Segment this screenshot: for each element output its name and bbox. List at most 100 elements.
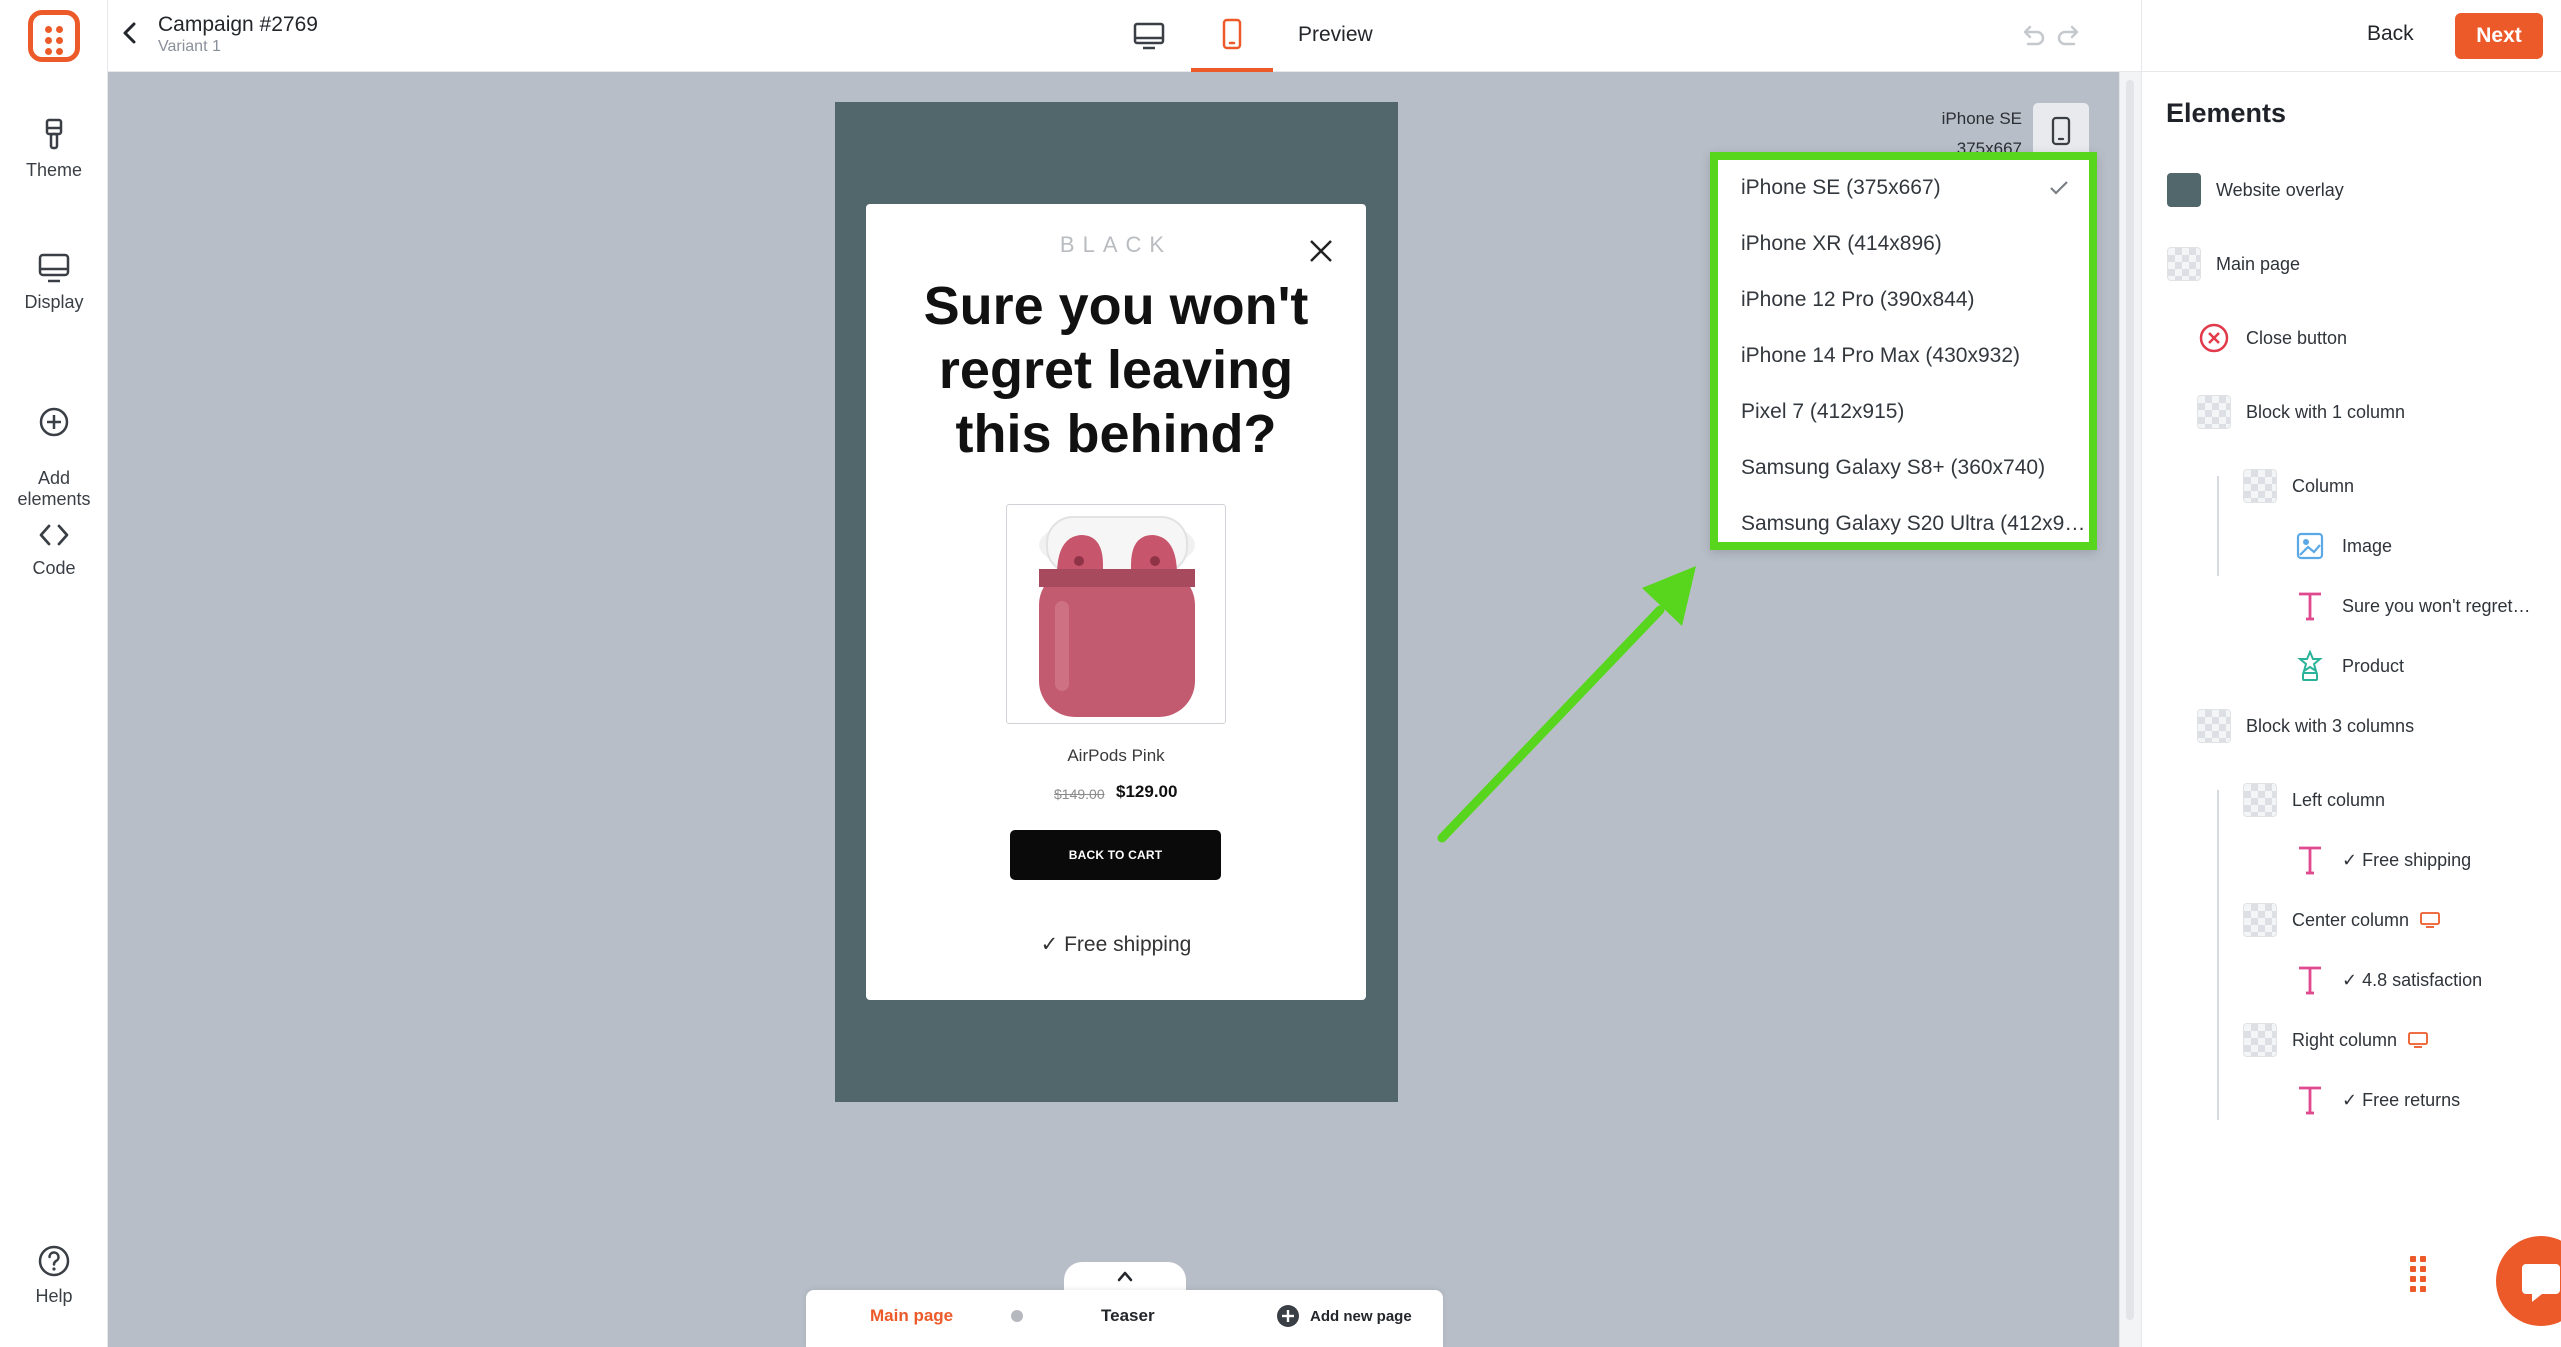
checker-icon bbox=[2242, 468, 2278, 504]
element-label: Product bbox=[2342, 655, 2405, 676]
campaign-title: Campaign #2769 bbox=[158, 13, 318, 36]
element-label: Image bbox=[2342, 535, 2393, 556]
undo-icon[interactable] bbox=[2018, 22, 2046, 50]
elements-panel-title: Elements bbox=[2166, 98, 2287, 128]
element-close-button[interactable]: Close button bbox=[2196, 318, 2347, 358]
back-to-cart-button[interactable]: BACK TO CART bbox=[1010, 830, 1221, 880]
text-icon bbox=[2292, 962, 2328, 998]
scrollbar-thumb[interactable] bbox=[2126, 80, 2134, 1320]
sidebar-item-help[interactable]: Help bbox=[0, 1244, 108, 1307]
free-shipping-text[interactable]: ✓ Free shipping bbox=[866, 932, 1366, 957]
element-label: ✓ Free returns bbox=[2342, 1089, 2461, 1110]
device-option-label: Samsung Galaxy S8+ (360x740) bbox=[1741, 456, 2046, 479]
device-option-iphone-12-pro[interactable]: iPhone 12 Pro (390x844) bbox=[1718, 272, 2089, 328]
desktop-view-button[interactable] bbox=[1108, 0, 1190, 72]
element-website-overlay[interactable]: Website overlay bbox=[2166, 170, 2344, 210]
drag-handle-icon[interactable] bbox=[2410, 1256, 2426, 1292]
header-actions: Back Next bbox=[2141, 0, 2561, 72]
sidebar-item-code[interactable]: Code bbox=[0, 520, 108, 579]
element-image[interactable]: Image bbox=[2292, 526, 2392, 566]
element-label: Left column bbox=[2292, 789, 2386, 810]
price-old: $149.00 bbox=[1054, 786, 1105, 802]
price-new: $129.00 bbox=[1116, 782, 1178, 801]
desktop-only-icon bbox=[2420, 912, 2440, 928]
back-button[interactable]: Back bbox=[2367, 22, 2414, 46]
checker-icon bbox=[2166, 246, 2202, 282]
device-option-galaxy-s8-plus[interactable]: Samsung Galaxy S8+ (360x740) bbox=[1718, 440, 2089, 496]
element-center-column[interactable]: Center column bbox=[2242, 900, 2441, 940]
popup-headline[interactable]: Sure you won't regret leaving this behin… bbox=[896, 274, 1336, 466]
close-circle-icon bbox=[2196, 320, 2232, 356]
element-left-column[interactable]: Left column bbox=[2242, 780, 2385, 820]
code-icon bbox=[39, 524, 69, 546]
device-select-button[interactable] bbox=[2033, 103, 2089, 159]
sidebar-item-display[interactable]: Display bbox=[0, 252, 108, 313]
mobile-icon bbox=[1222, 18, 1242, 50]
element-main-page[interactable]: Main page bbox=[2166, 244, 2300, 284]
element-label: Right column bbox=[2292, 1029, 2398, 1050]
device-option-label: Pixel 7 (412x915) bbox=[1741, 400, 1905, 423]
tab-main-page[interactable]: Main page bbox=[870, 1306, 953, 1326]
variant-label: Variant 1 bbox=[158, 38, 221, 55]
sidebar-item-label: Add elements bbox=[17, 468, 91, 509]
element-headline-text[interactable]: Sure you won't regret… bbox=[2292, 586, 2531, 626]
sidebar-item-add-elements[interactable]: Add elements bbox=[0, 384, 108, 510]
element-label: Block with 1 column bbox=[2246, 401, 2406, 422]
device-option-label: iPhone XR (414x896) bbox=[1741, 232, 1942, 255]
element-label: Block with 3 columns bbox=[2246, 715, 2415, 736]
element-label: Column bbox=[2292, 475, 2355, 496]
chevron-left-icon[interactable] bbox=[120, 18, 140, 48]
help-icon bbox=[38, 1245, 70, 1277]
add-new-page-label: Add new page bbox=[1310, 1307, 1412, 1325]
device-option-label: iPhone 14 Pro Max (430x932) bbox=[1741, 344, 2020, 367]
sidebar-item-theme[interactable]: Theme bbox=[0, 118, 108, 181]
text-icon bbox=[2292, 842, 2328, 878]
canvas-scrollbar[interactable] bbox=[2119, 72, 2141, 1347]
element-label: ✓ 4.8 satisfaction bbox=[2342, 969, 2483, 990]
close-icon[interactable] bbox=[1306, 236, 1336, 266]
airpods-case-image bbox=[1039, 516, 1195, 717]
app-logo[interactable] bbox=[28, 10, 80, 62]
tree-connector bbox=[2217, 476, 2219, 576]
mobile-view-button[interactable] bbox=[1191, 0, 1273, 72]
left-sidebar: Theme Display Add elements Code Help bbox=[0, 0, 108, 1347]
element-label: Main page bbox=[2216, 253, 2301, 274]
top-header: Campaign #2769 Variant 1 Preview bbox=[108, 0, 2141, 72]
redo-icon[interactable] bbox=[2056, 22, 2084, 50]
text-icon bbox=[2292, 588, 2328, 624]
tab-teaser[interactable]: Teaser bbox=[1101, 1306, 1155, 1326]
elements-panel: Elements Website overlay Main page Close… bbox=[2141, 72, 2561, 1347]
plus-circle-icon bbox=[1277, 1305, 1299, 1327]
element-free-shipping-text[interactable]: ✓ Free shipping bbox=[2292, 840, 2471, 880]
element-block-3-columns[interactable]: Block with 3 columns bbox=[2196, 706, 2414, 746]
add-new-page-button[interactable]: Add new page bbox=[1276, 1304, 1412, 1328]
element-label: Center column bbox=[2292, 909, 2410, 930]
chevron-up-icon bbox=[1117, 1271, 1133, 1282]
device-option-label: Samsung Galaxy S20 Ultra (412x9… bbox=[1741, 512, 2086, 535]
device-option-iphone-xr[interactable]: iPhone XR (414x896) bbox=[1718, 216, 2089, 272]
element-block-1-column[interactable]: Block with 1 column bbox=[2196, 392, 2405, 432]
device-option-iphone-14-pro-max[interactable]: iPhone 14 Pro Max (430x932) bbox=[1718, 328, 2089, 384]
sidebar-item-label: Code bbox=[32, 558, 76, 578]
element-product[interactable]: Product bbox=[2292, 646, 2404, 686]
element-satisfaction-text[interactable]: ✓ 4.8 satisfaction bbox=[2292, 960, 2482, 1000]
device-name: iPhone SE bbox=[1941, 109, 2022, 128]
element-right-column[interactable]: Right column bbox=[2242, 1020, 2429, 1060]
device-dropdown: iPhone SE (375x667) iPhone XR (414x896) … bbox=[1710, 152, 2097, 550]
preview-button[interactable]: Preview bbox=[1298, 23, 1373, 47]
device-option-pixel-7[interactable]: Pixel 7 (412x915) bbox=[1718, 384, 2089, 440]
checker-icon bbox=[2242, 782, 2278, 818]
element-column[interactable]: Column bbox=[2242, 466, 2354, 506]
sidebar-item-label: Display bbox=[24, 292, 84, 312]
popup-main-page[interactable]: BLACK Sure you won't regret leaving this… bbox=[866, 204, 1366, 1000]
device-option-iphone-se[interactable]: iPhone SE (375x667) bbox=[1718, 160, 2089, 216]
element-free-returns-text[interactable]: ✓ Free returns bbox=[2292, 1080, 2460, 1120]
element-label: ✓ Free shipping bbox=[2342, 849, 2472, 870]
element-label: Close button bbox=[2246, 327, 2348, 348]
product-icon bbox=[2292, 648, 2328, 684]
next-button[interactable]: Next bbox=[2455, 13, 2543, 59]
tree-connector bbox=[2217, 790, 2219, 1120]
chat-icon bbox=[2522, 1264, 2560, 1302]
device-option-galaxy-s20-ultra[interactable]: Samsung Galaxy S20 Ultra (412x9… bbox=[1718, 496, 2089, 552]
product-image[interactable] bbox=[1006, 504, 1226, 724]
